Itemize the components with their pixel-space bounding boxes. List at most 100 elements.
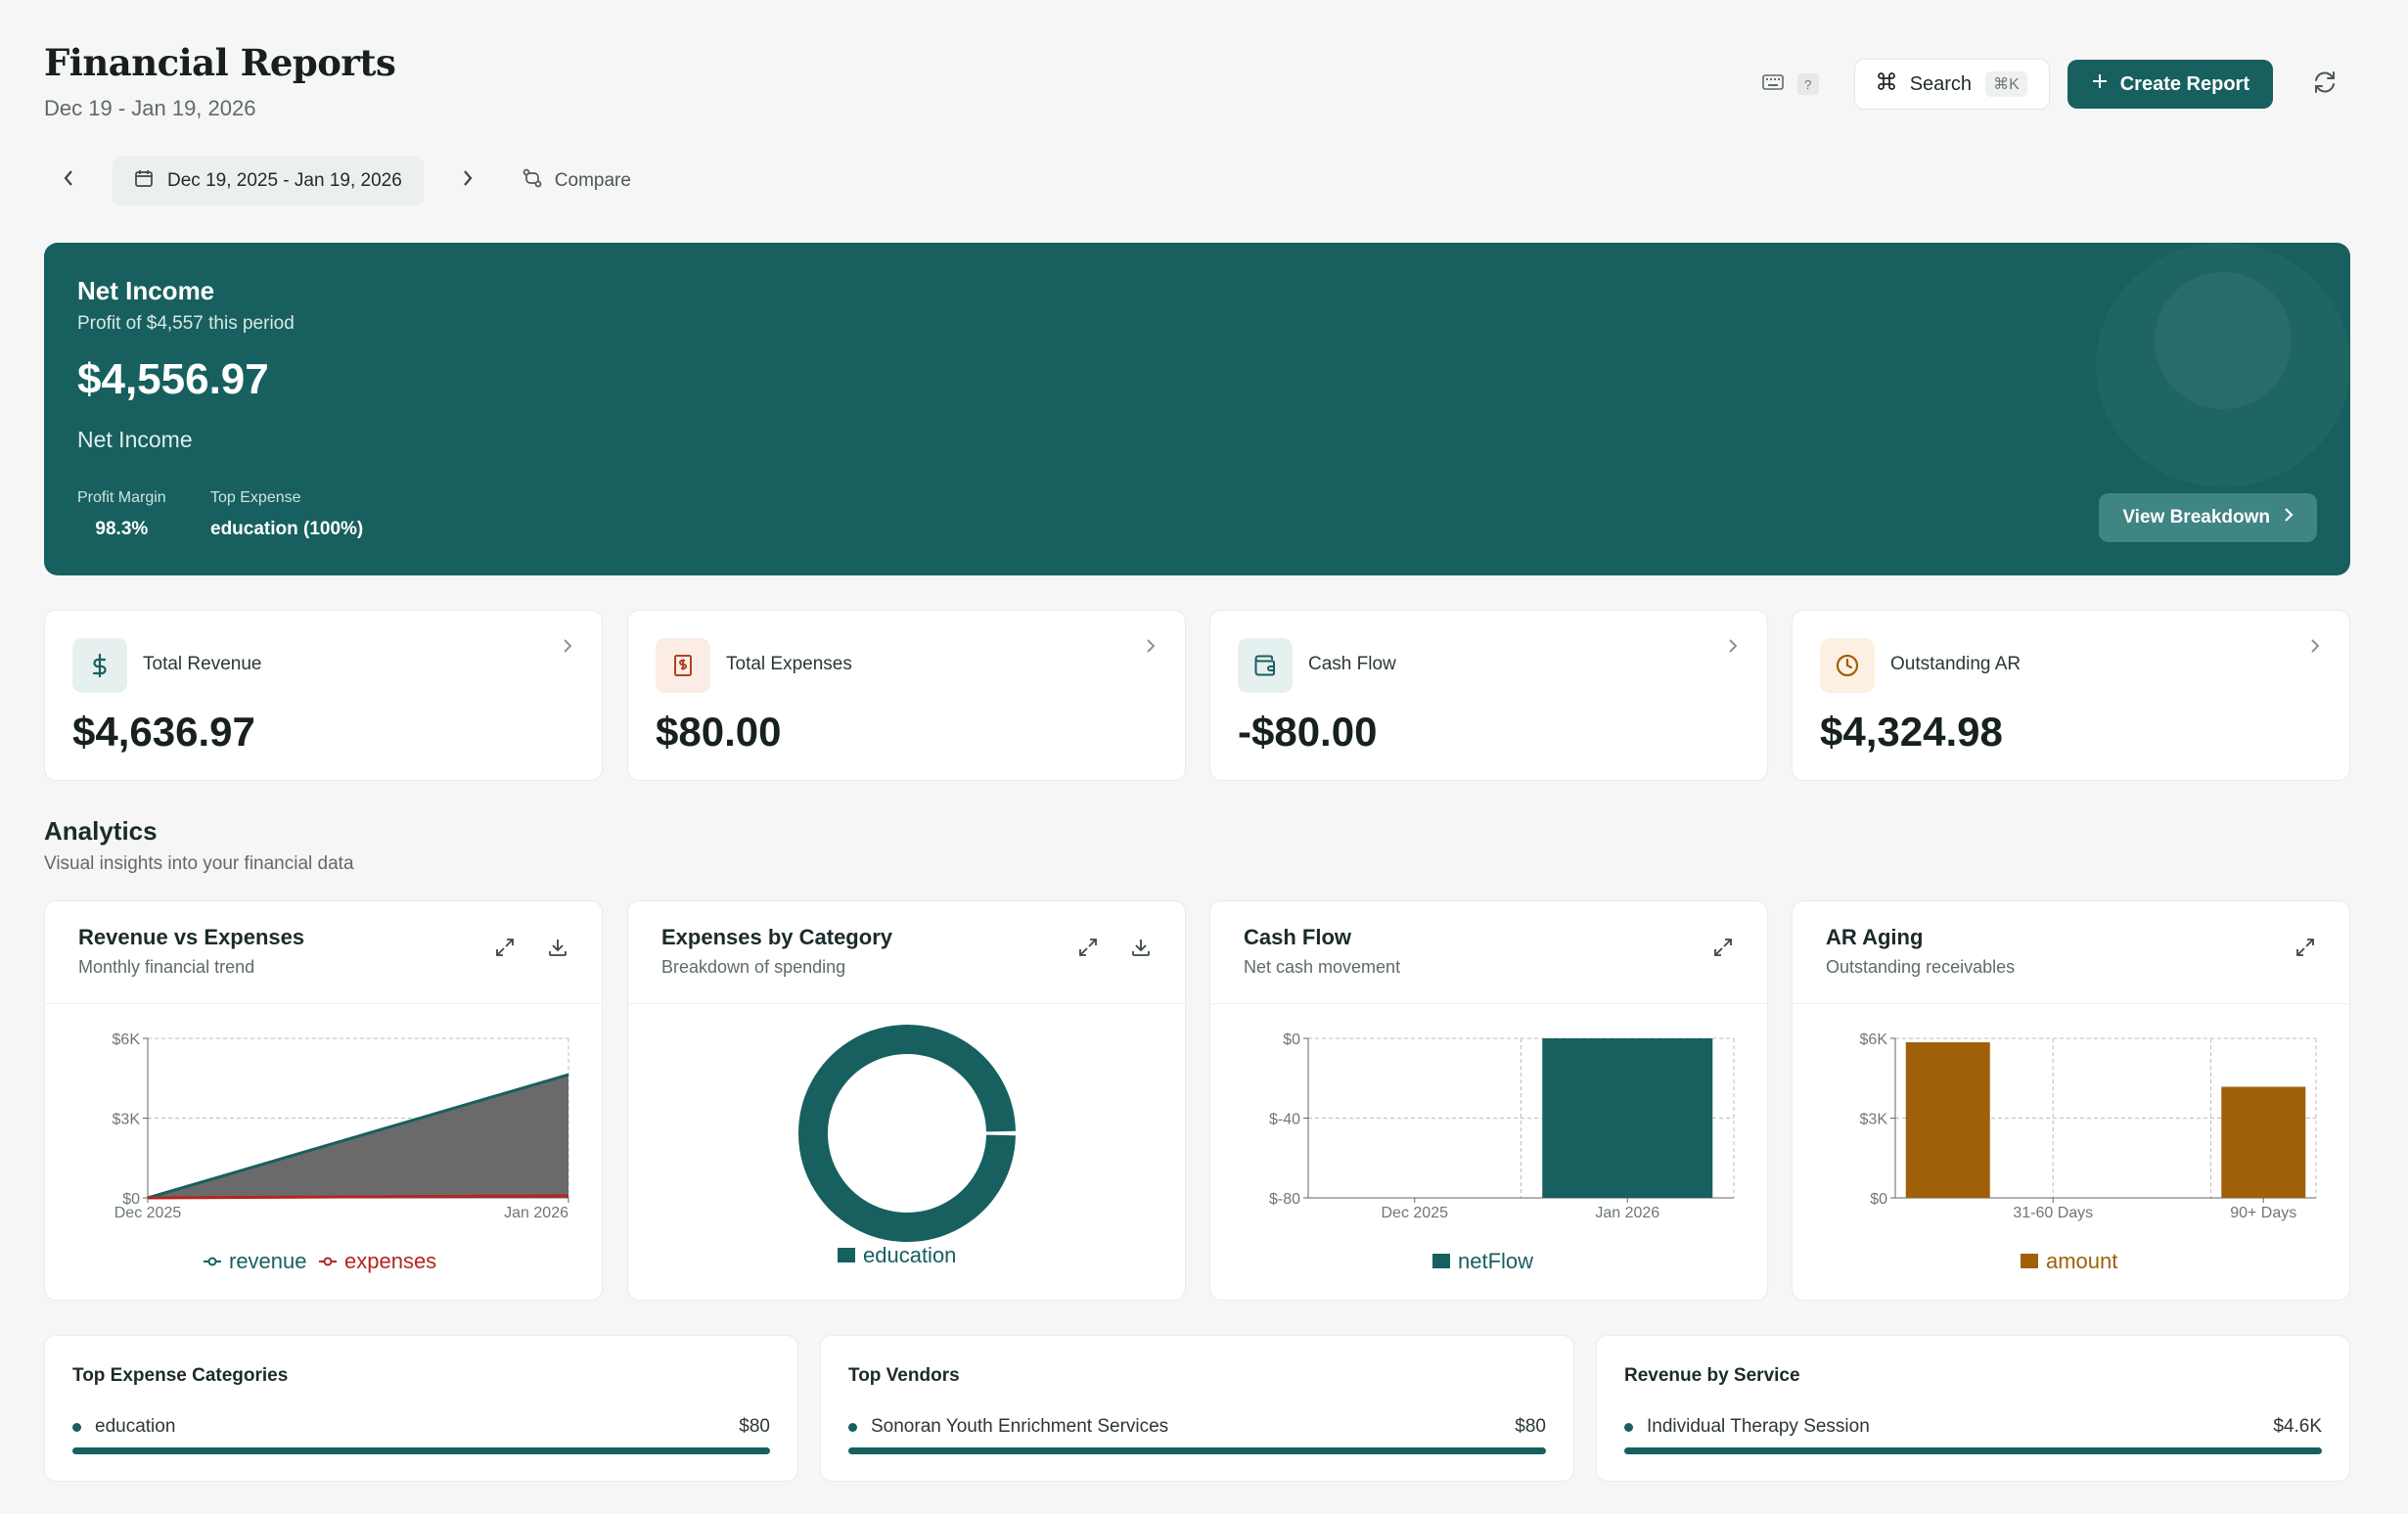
chevron-right-icon (563, 638, 572, 659)
progress-bar (1624, 1447, 2322, 1454)
kpi-card-outstanding-ar[interactable]: Outstanding AR $4,324.98 (1792, 610, 2350, 781)
progress-fill (848, 1447, 1546, 1454)
chart-card-ar-aging: AR Aging Outstanding receivables $6K $3K $… (1792, 900, 2350, 1301)
bar-90+ Days (2221, 1086, 2306, 1198)
download-icon[interactable] (547, 937, 568, 963)
chart-header: Expenses by Category Breakdown of spendi… (628, 901, 1185, 1004)
list-item[interactable]: Sonoran Youth Enrichment Services $80 (848, 1416, 1546, 1438)
profit-margin-metric: Profit Margin 98.3% (77, 489, 166, 540)
chevron-right-icon (1728, 638, 1738, 659)
download-icon[interactable] (1130, 937, 1152, 963)
top-vendors-card: Top Vendors Sonoran Youth Enrichment Ser… (820, 1335, 1574, 1482)
chart-actions (2294, 937, 2316, 963)
chart-header: Cash Flow Net cash movement (1210, 901, 1767, 1004)
view-breakdown-button[interactable]: View Breakdown (2099, 493, 2317, 542)
expand-icon[interactable] (2294, 937, 2316, 963)
legend-marker (1432, 1254, 1450, 1268)
progress-fill (72, 1447, 770, 1454)
date-navigation: Dec 19, 2025 - Jan 19, 2026 Compare (44, 157, 631, 206)
compare-button[interactable]: Compare (522, 167, 631, 195)
bullet-dot (72, 1422, 81, 1432)
chart-title: AR Aging (1826, 925, 1924, 949)
expand-icon[interactable] (1712, 937, 1734, 963)
refresh-button[interactable] (2300, 60, 2349, 109)
kpi-value: -$80.00 (1238, 709, 1378, 755)
list-item-value: $4.6K (2273, 1416, 2322, 1437)
net-income-label: Net Income (77, 276, 215, 305)
dollar-icon (72, 638, 127, 693)
net-income-caption: Net Income (77, 427, 193, 452)
legend-label: netFlow (1458, 1249, 1533, 1273)
list-item-value: $80 (739, 1416, 770, 1437)
net-income-value: $4,556.97 (77, 355, 269, 403)
expand-icon[interactable] (1077, 937, 1099, 963)
kpi-card-total-expenses[interactable]: Total Expenses $80.00 (627, 610, 1186, 781)
plus-icon (2091, 72, 2109, 96)
tick-label: 90+ Days (2230, 1205, 2296, 1221)
command-icon (1877, 71, 1896, 97)
search-button[interactable]: Search ⌘K (1853, 59, 2050, 110)
chart-title: Revenue vs Expenses (78, 925, 305, 949)
keyboard-icon (1761, 73, 1784, 95)
top-expense-categories-card: Top Expense Categories education $80 (44, 1335, 798, 1482)
list-item[interactable]: education $80 (72, 1416, 770, 1438)
kpi-label: Total Expenses (726, 654, 852, 674)
view-breakdown-label: View Breakdown (2122, 507, 2270, 528)
decorative-circle (2155, 272, 2292, 409)
kpi-card-total-revenue[interactable]: Total Revenue $4,636.97 (44, 610, 603, 781)
next-period-button[interactable] (443, 157, 492, 206)
chart-body: $0 $-40 $-80 Dec 2025 Jan 2026 netFlow (1210, 1004, 1767, 1300)
list-item[interactable]: Individual Therapy Session $4.6K (1624, 1416, 2322, 1438)
legend-marker (838, 1248, 855, 1262)
date-range-picker[interactable]: Dec 19, 2025 - Jan 19, 2026 (113, 157, 424, 206)
legend-marker (323, 1257, 333, 1266)
chart-card-revenue-vs-expenses: Revenue vs Expenses Monthly financial tr… (44, 900, 603, 1301)
refresh-icon (2311, 69, 2339, 101)
ar-aging-chart: $6K $3K $0 31-60 Days 90+ Days amount (1860, 1032, 2317, 1273)
bar-Jan 2026 (1542, 1038, 1713, 1198)
list-title: Top Expense Categories (72, 1365, 289, 1386)
tick-label: $0 (1870, 1191, 1887, 1208)
metric-value: education (100%) (210, 519, 364, 539)
expand-icon[interactable] (494, 937, 516, 963)
previous-period-button[interactable] (44, 157, 93, 206)
kpi-value: $4,636.97 (72, 709, 255, 755)
kpi-card-cash-flow[interactable]: Cash Flow -$80.00 (1209, 610, 1768, 781)
keyboard-shortcuts-button[interactable]: ? (1761, 73, 1819, 95)
bullet-dot (848, 1422, 857, 1432)
analytics-subtitle: Visual insights into your financial data (44, 853, 354, 874)
search-shortcut: ⌘K (1985, 71, 2027, 97)
kpi-label: Total Revenue (143, 654, 262, 674)
list-item-name: education (95, 1416, 176, 1437)
progress-fill (1624, 1447, 2322, 1454)
metric-label: Profit Margin (77, 489, 166, 506)
chart-header: AR Aging Outstanding receivables (1793, 901, 2349, 1004)
chart-title: Cash Flow (1244, 925, 1352, 949)
legend-label: education (863, 1243, 956, 1267)
tick-label: $6K (1860, 1032, 1888, 1048)
metric-label: Top Expense (210, 489, 301, 506)
chart-body: $6K $3K $0 Dec 2025 Jan 2026 revenue expenses (45, 1004, 602, 1300)
list-item-name: Individual Therapy Session (1647, 1416, 1870, 1437)
chart-actions (494, 937, 568, 963)
kpi-label: Cash Flow (1308, 654, 1396, 674)
receipt-icon (656, 638, 710, 693)
chevron-left-icon (62, 168, 75, 194)
analytics-title: Analytics (44, 816, 158, 846)
compare-label: Compare (554, 170, 631, 191)
chart-card-expenses-by-category: Expenses by Category Breakdown of spendi… (627, 900, 1186, 1301)
tick-label: $-80 (1269, 1191, 1300, 1208)
legend-label: revenue (229, 1249, 307, 1273)
create-report-label: Create Report (2119, 72, 2249, 95)
revenue-expenses-chart: $6K$3K$0Dec 2025 Jan 2026revenue expenses (113, 1032, 569, 1273)
chart-actions (1077, 937, 1152, 963)
tick-label: $-40 (1269, 1112, 1300, 1128)
tick-label: 31-60 Days (2013, 1205, 2093, 1221)
tick-label: $0 (1283, 1032, 1300, 1048)
tick-label: Dec 2025 (1382, 1205, 1449, 1221)
kpi-value: $80.00 (656, 709, 782, 755)
legend-label: amount (2046, 1249, 2117, 1273)
bar-bucket-0 (1905, 1042, 1990, 1198)
tick-label: Jan 2026 (504, 1205, 568, 1221)
create-report-button[interactable]: Create Report (2067, 60, 2273, 109)
